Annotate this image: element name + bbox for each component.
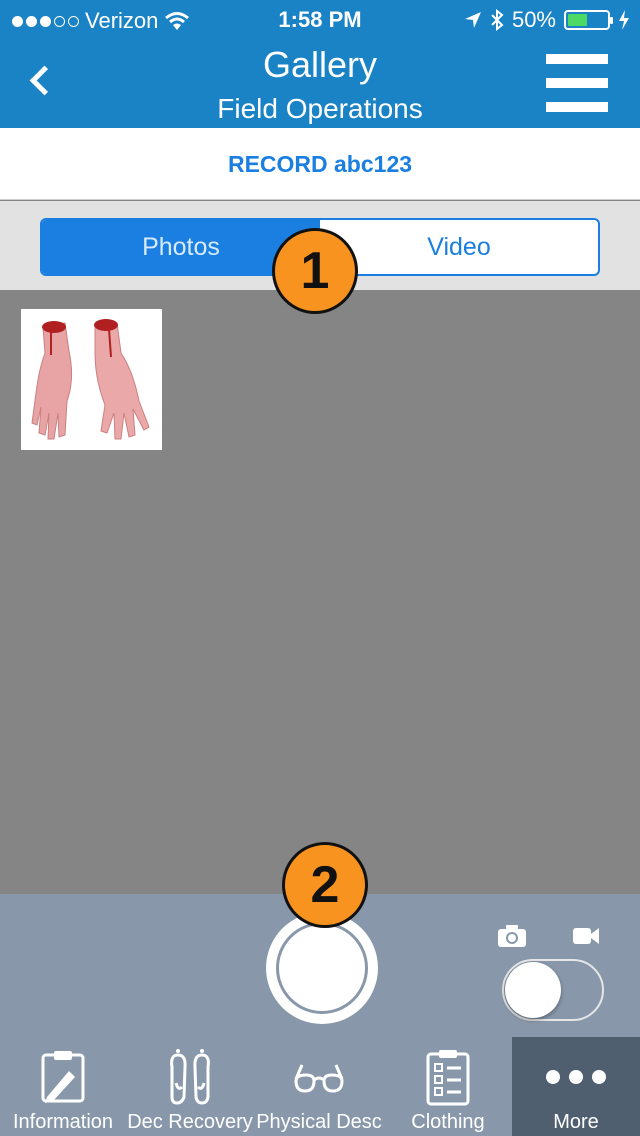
menu-line (546, 78, 608, 88)
battery-percent: 50% (511, 7, 556, 32)
tab-information[interactable]: Information (0, 1037, 126, 1136)
checklist-icon (384, 1047, 512, 1107)
photo-thumbnail[interactable] (21, 309, 162, 450)
page-title: Gallery (262, 44, 378, 85)
battery-level (568, 14, 587, 26)
location-arrow-icon (464, 12, 481, 28)
tab-label: Physical Desc (256, 1111, 382, 1133)
clipboard-pencil-icon (0, 1047, 126, 1107)
video-camera-icon (573, 928, 599, 944)
menu-line (546, 54, 608, 64)
tab-label: Information (12, 1111, 114, 1133)
tab-label: Clothing (411, 1111, 485, 1133)
status-bar: Verizon 1:58 PM 50% (0, 0, 640, 40)
tab-clothing[interactable]: Clothing (384, 1037, 512, 1136)
glasses-icon (254, 1047, 384, 1107)
charging-bolt-icon (619, 10, 629, 30)
status-right: 50% (464, 7, 630, 33)
annotation-badge-1: 1 (272, 228, 358, 314)
tab-label: More (553, 1111, 599, 1133)
more-dots-icon (512, 1047, 640, 1107)
photo-gallery (0, 290, 640, 894)
camera-icon (498, 925, 526, 947)
photo-video-mode-toggle[interactable] (502, 959, 604, 1021)
bluetooth-icon (491, 9, 504, 31)
tab-video[interactable]: Video (320, 220, 598, 274)
footprints-icon (126, 1047, 254, 1107)
record-label: RECORD abc123 (0, 128, 640, 200)
bottom-tab-bar: Information Dec Recovery Physical Desc C… (0, 1037, 640, 1136)
page-subtitle: Field Operations (217, 93, 423, 124)
tab-physical-desc[interactable]: Physical Desc (254, 1037, 384, 1136)
tab-dec-recovery[interactable]: Dec Recovery (126, 1037, 254, 1136)
hamburger-menu-button[interactable] (546, 54, 608, 112)
shutter-button[interactable] (266, 912, 378, 1024)
tab-label: Dec Recovery (127, 1111, 253, 1133)
tab-more[interactable]: More (512, 1037, 640, 1136)
hands-photo-image (21, 309, 162, 450)
toggle-knob (505, 962, 561, 1018)
annotation-badge-2: 2 (282, 842, 368, 928)
menu-line (546, 102, 608, 112)
navigation-header: Verizon 1:58 PM 50% Gallery Field Operat… (0, 0, 640, 128)
battery-icon (564, 10, 613, 30)
